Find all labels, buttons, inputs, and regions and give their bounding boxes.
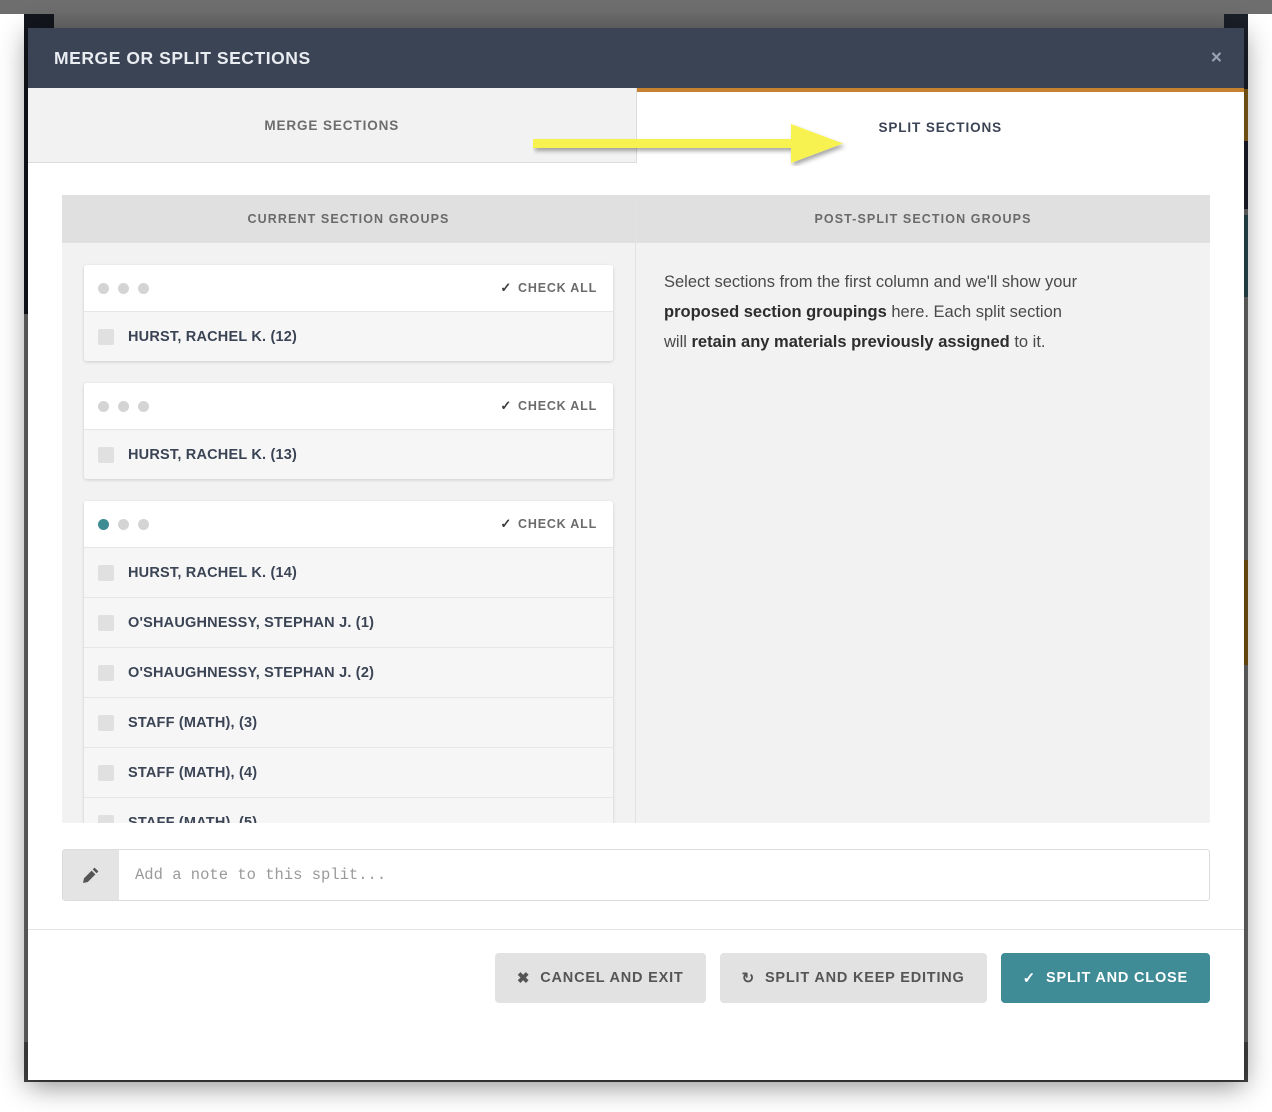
tab-merge-sections-label: MERGE SECTIONS xyxy=(264,117,400,133)
status-dot xyxy=(98,400,109,412)
section-row[interactable]: STAFF (MATH), (5) xyxy=(84,797,613,823)
check-all-button[interactable]: ✓ CHECK ALL xyxy=(500,398,597,414)
check-all-label: CHECK ALL xyxy=(518,281,597,295)
tab-split-sections-label: SPLIT SECTIONS xyxy=(878,120,1003,135)
modal-footer: ✖ CANCEL AND EXIT ↻ SPLIT AND KEEP EDITI… xyxy=(28,930,1244,1026)
status-dots xyxy=(98,400,149,412)
current-section-groups-header: CURRENT SECTION GROUPS xyxy=(62,195,635,243)
pencil-icon xyxy=(63,850,119,900)
section-group-card: ✓ CHECK ALL HURST, RACHEL K. (12) xyxy=(84,265,613,361)
section-label: STAFF (MATH), (5) xyxy=(128,814,258,824)
check-all-button[interactable]: ✓ CHECK ALL xyxy=(500,516,597,532)
status-dot xyxy=(138,518,149,530)
check-all-label: CHECK ALL xyxy=(518,517,597,531)
sections-panel: CURRENT SECTION GROUPS ✓ CHECK ALL HURST… xyxy=(62,195,1210,823)
section-group-card: ✓ CHECK ALL HURST, RACHEL K. (14) O'SHAU… xyxy=(84,501,613,823)
modal-body: CURRENT SECTION GROUPS ✓ CHECK ALL HURST… xyxy=(28,163,1244,901)
section-checkbox[interactable] xyxy=(98,564,114,581)
split-and-keep-editing-button[interactable]: ↻ SPLIT AND KEEP EDITING xyxy=(719,953,987,1003)
status-dot xyxy=(138,282,149,294)
split-and-keep-editing-label: SPLIT AND KEEP EDITING xyxy=(764,970,965,986)
status-dot xyxy=(138,400,149,412)
section-checkbox[interactable] xyxy=(98,814,114,823)
tab-bar: MERGE SECTIONS SPLIT SECTIONS xyxy=(28,88,1244,163)
section-label: HURST, RACHEL K. (14) xyxy=(128,564,298,581)
section-row[interactable]: STAFF (MATH), (4) xyxy=(84,747,613,797)
section-group-header: ✓ CHECK ALL xyxy=(84,501,613,547)
section-row[interactable]: HURST, RACHEL K. (12) xyxy=(84,311,613,361)
split-note-input[interactable] xyxy=(119,850,1209,900)
post-split-info-text: Select sections from the first column an… xyxy=(636,243,1106,381)
split-and-close-label: SPLIT AND CLOSE xyxy=(1046,970,1188,986)
post-split-section-groups-header: POST-SPLIT SECTION GROUPS xyxy=(636,195,1210,243)
info-bold-2: retain any materials previously assigned xyxy=(691,333,1010,351)
section-row[interactable]: HURST, RACHEL K. (14) xyxy=(84,547,613,597)
section-checkbox[interactable] xyxy=(98,446,114,463)
close-icon[interactable]: × xyxy=(1211,49,1222,68)
status-dot-active xyxy=(98,518,109,530)
modal-header: MERGE OR SPLIT SECTIONS × xyxy=(28,28,1244,88)
tab-merge-sections[interactable]: MERGE SECTIONS xyxy=(28,88,637,163)
section-row[interactable]: O'SHAUGHNESSY, STEPHAN J. (2) xyxy=(84,647,613,697)
cancel-and-exit-button[interactable]: ✖ CANCEL AND EXIT xyxy=(494,953,706,1003)
section-checkbox[interactable] xyxy=(98,614,114,631)
check-icon: ✓ xyxy=(500,280,513,295)
refresh-icon: ↻ xyxy=(741,969,755,987)
section-row[interactable]: O'SHAUGHNESSY, STEPHAN J. (1) xyxy=(84,597,613,647)
background-top-bar xyxy=(0,0,1272,14)
section-label: HURST, RACHEL K. (12) xyxy=(128,328,298,345)
tab-split-sections[interactable]: SPLIT SECTIONS xyxy=(636,88,1244,163)
status-dot xyxy=(118,282,129,294)
section-checkbox[interactable] xyxy=(98,328,114,345)
page-title: MERGE OR SPLIT SECTIONS xyxy=(54,47,311,68)
cancel-and-exit-label: CANCEL AND EXIT xyxy=(540,970,684,986)
background-bottom-strip xyxy=(0,1082,1272,1112)
status-dots xyxy=(98,282,149,294)
check-icon: ✓ xyxy=(500,516,513,531)
section-group-card: ✓ CHECK ALL HURST, RACHEL K. (13) xyxy=(84,383,613,479)
section-row[interactable]: HURST, RACHEL K. (13) xyxy=(84,429,613,479)
section-group-header: ✓ CHECK ALL xyxy=(84,265,613,311)
check-all-label: CHECK ALL xyxy=(518,399,597,413)
check-icon: ✓ xyxy=(1022,969,1037,987)
info-bold-1: proposed section groupings xyxy=(664,303,887,321)
status-dot xyxy=(118,400,129,412)
current-section-groups-list[interactable]: ✓ CHECK ALL HURST, RACHEL K. (12) ✓ CHEC… xyxy=(62,243,635,823)
current-section-groups-column: CURRENT SECTION GROUPS ✓ CHECK ALL HURST… xyxy=(62,195,636,823)
section-label: HURST, RACHEL K. (13) xyxy=(128,446,298,463)
section-label: STAFF (MATH), (4) xyxy=(128,764,258,781)
split-and-close-button[interactable]: ✓ SPLIT AND CLOSE xyxy=(1000,953,1210,1003)
status-dot xyxy=(98,282,109,294)
check-icon: ✓ xyxy=(500,398,513,413)
section-row[interactable]: STAFF (MATH), (3) xyxy=(84,697,613,747)
info-part-3: to it. xyxy=(1009,333,1046,351)
section-checkbox[interactable] xyxy=(98,664,114,681)
status-dot xyxy=(118,518,129,530)
section-checkbox[interactable] xyxy=(98,764,114,781)
section-checkbox[interactable] xyxy=(98,714,114,731)
merge-or-split-sections-modal: MERGE OR SPLIT SECTIONS × MERGE SECTIONS… xyxy=(28,28,1244,1080)
section-group-header: ✓ CHECK ALL xyxy=(84,383,613,429)
post-split-section-groups-column: POST-SPLIT SECTION GROUPS Select section… xyxy=(636,195,1210,823)
check-all-button[interactable]: ✓ CHECK ALL xyxy=(500,280,597,296)
split-note-field[interactable] xyxy=(62,849,1210,901)
x-icon: ✖ xyxy=(516,969,531,987)
section-label: O'SHAUGHNESSY, STEPHAN J. (2) xyxy=(128,664,375,681)
info-part-1: Select sections from the first column an… xyxy=(664,273,1078,291)
status-dots xyxy=(98,518,149,530)
section-label: O'SHAUGHNESSY, STEPHAN J. (1) xyxy=(128,614,375,631)
section-label: STAFF (MATH), (3) xyxy=(128,714,258,731)
